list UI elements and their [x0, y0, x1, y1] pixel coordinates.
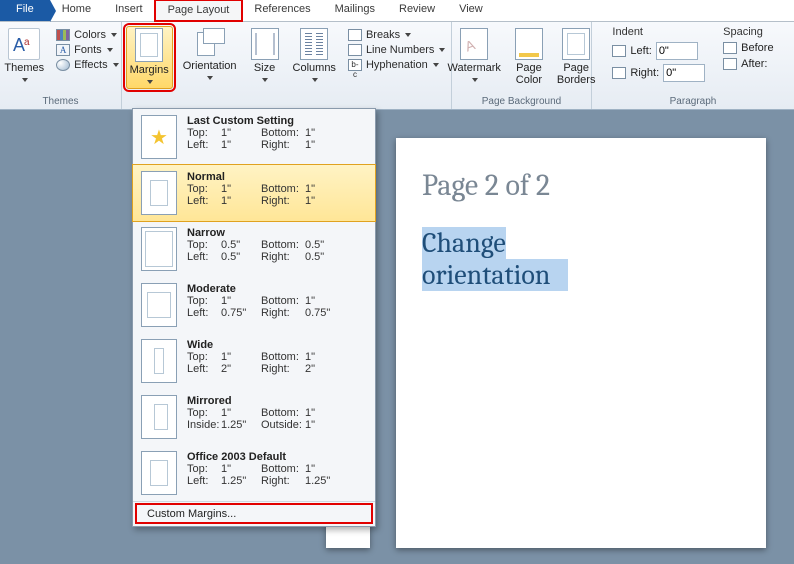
breaks-icon	[348, 29, 362, 41]
margins-thumb-icon	[141, 339, 177, 383]
watermark-icon: A	[460, 28, 488, 60]
spacing-heading: Spacing	[723, 26, 773, 38]
group-label-paragraph: Paragraph	[598, 95, 788, 109]
margins-thumb-icon	[141, 395, 177, 439]
indent-right-row: Right:	[612, 64, 705, 82]
indent-left-row: Left:	[612, 42, 705, 60]
colors-icon	[56, 29, 70, 41]
group-page-setup: Margins Orientation Size	[122, 22, 452, 109]
page-color-button[interactable]: Page Color	[511, 26, 547, 86]
margins-thumb-icon	[141, 227, 177, 271]
margins-option-normal[interactable]: NormalTop:1"Bottom:1"Left:1"Right:1"	[132, 164, 376, 222]
indent-heading: Indent	[612, 26, 705, 38]
theme-colors-button[interactable]: Colors	[54, 28, 120, 42]
margins-option-moderate[interactable]: ModerateTop:1"Bottom:1"Left:0.75"Right:0…	[133, 277, 375, 333]
page-2[interactable]: Page 2 of 2 Change orientation	[396, 138, 766, 548]
watermark-button[interactable]: A Watermark	[444, 26, 505, 86]
group-page-background: A Watermark Page Color Page Borders Page…	[452, 22, 592, 109]
line-numbers-button[interactable]: Line Numbers	[346, 43, 447, 57]
margins-thumb-icon	[141, 283, 177, 327]
indent-left-icon	[612, 45, 626, 57]
breaks-button[interactable]: Breaks	[346, 28, 447, 42]
svg-text:A: A	[463, 36, 478, 54]
margins-option-narrow[interactable]: NarrowTop:0.5"Bottom:0.5"Left:0.5"Right:…	[133, 221, 375, 277]
spacing-before-icon	[723, 42, 737, 54]
indent-left-input[interactable]	[656, 42, 698, 60]
tab-review[interactable]: Review	[387, 0, 447, 21]
page-2-selection: Change orientation	[422, 227, 740, 291]
tab-mailings[interactable]: Mailings	[323, 0, 387, 21]
spacing-before-row: Before	[723, 42, 773, 54]
orientation-button[interactable]: Orientation	[179, 26, 241, 84]
spacing-after-row: After:	[723, 58, 773, 70]
margins-option-mirrored[interactable]: MirroredTop:1"Bottom:1"Inside:1.25"Outsi…	[133, 389, 375, 445]
page-color-icon	[515, 28, 543, 60]
margins-button[interactable]: Margins	[126, 26, 173, 89]
tab-insert[interactable]: Insert	[103, 0, 155, 21]
svg-text:a: a	[24, 37, 30, 48]
margins-thumb-icon	[141, 171, 177, 215]
custom-margins-menuitem[interactable]: Custom Margins...	[133, 501, 375, 526]
margins-thumb-icon	[141, 451, 177, 495]
ribbon: Aa Themes Colors A Fonts Effects Them	[0, 22, 794, 110]
group-paragraph: Indent Left: Right: Spacing Before	[592, 22, 794, 109]
tab-references[interactable]: References	[242, 0, 322, 21]
spacing-after-icon	[723, 58, 737, 70]
columns-icon	[300, 28, 328, 60]
margins-icon	[135, 28, 163, 62]
fonts-icon: A	[56, 44, 70, 56]
columns-button[interactable]: Columns	[289, 26, 340, 86]
hyphenation-button[interactable]: b-cHyphenation	[346, 58, 447, 72]
tab-home[interactable]: Home	[50, 0, 103, 21]
tab-view[interactable]: View	[447, 0, 495, 21]
tab-page-layout[interactable]: Page Layout	[155, 0, 243, 21]
margins-thumb-icon	[141, 115, 177, 159]
group-label-page-background: Page Background	[458, 95, 585, 109]
size-button[interactable]: Size	[247, 26, 283, 86]
orientation-icon	[195, 28, 225, 58]
group-themes: Aa Themes Colors A Fonts Effects Them	[0, 22, 122, 109]
margins-option-last-custom-setting[interactable]: Last Custom SettingTop:1"Bottom:1"Left:1…	[133, 109, 375, 165]
document-area: 2 Page 2 of 2 Change orientation	[0, 110, 794, 564]
indent-right-icon	[612, 67, 626, 79]
tab-file[interactable]: File	[0, 0, 50, 21]
margins-option-office-2003-default[interactable]: Office 2003 DefaultTop:1"Bottom:1"Left:1…	[133, 445, 375, 501]
page-2-title: Page 2 of 2	[422, 168, 740, 203]
group-label-themes: Themes	[6, 95, 115, 109]
margins-dropdown: Last Custom SettingTop:1"Bottom:1"Left:1…	[132, 108, 376, 527]
margins-option-wide[interactable]: WideTop:1"Bottom:1"Left:2"Right:2"	[133, 333, 375, 389]
line-numbers-icon	[348, 44, 362, 56]
ribbon-tabs: File Home Insert Page Layout References …	[0, 0, 794, 22]
effects-icon	[56, 59, 70, 71]
indent-right-input[interactable]	[663, 64, 705, 82]
themes-button[interactable]: Aa Themes	[0, 26, 48, 86]
size-icon	[251, 28, 279, 60]
themes-icon: Aa	[8, 28, 40, 60]
page-borders-icon	[562, 28, 590, 60]
theme-effects-button[interactable]: Effects	[54, 58, 120, 72]
hyphenation-icon: b-c	[348, 59, 362, 71]
theme-fonts-button[interactable]: A Fonts	[54, 43, 120, 57]
